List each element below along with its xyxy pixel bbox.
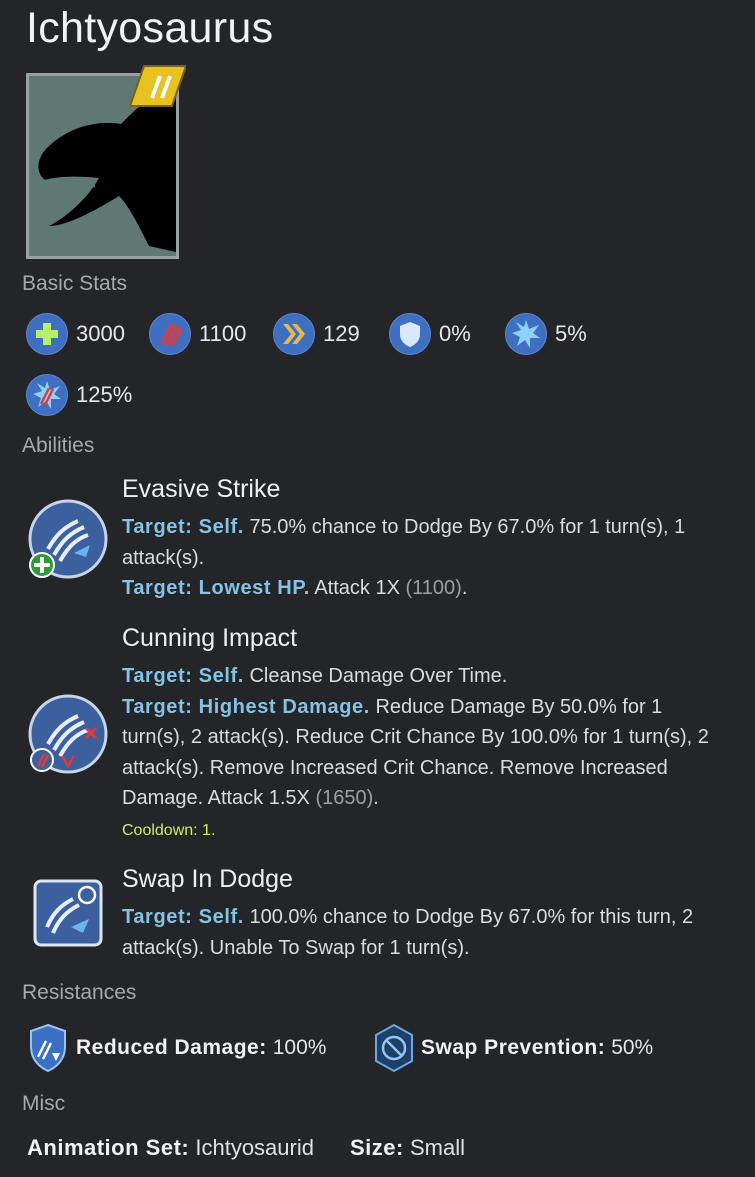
damage-icon	[149, 313, 191, 355]
stat-health-value: 3000	[76, 321, 125, 346]
size-label: Size:	[350, 1135, 404, 1160]
health-icon	[26, 313, 68, 355]
crit-multiplier-icon	[26, 374, 68, 416]
ability-name: Cunning Impact	[122, 624, 298, 652]
creature-size: Size: Small	[350, 1135, 465, 1161]
stat-damage: 1100	[149, 312, 246, 356]
animation-set: Animation Set: Ichtyosaurid	[27, 1135, 314, 1161]
size-value: Small	[409, 1135, 465, 1160]
stat-crit-multiplier-value: 125%	[76, 382, 133, 407]
ability-description: Target: Self. 75.0% chance to Dodge By 6…	[122, 512, 722, 604]
damage-value: (1650)	[315, 787, 374, 810]
animation-set-label: Animation Set:	[27, 1135, 190, 1160]
damage-value: (1100)	[405, 577, 462, 600]
stat-crit-chance-value: 5%	[555, 321, 587, 346]
resistance-label: Reduced Damage:	[76, 1036, 267, 1059]
stat-armor-value: 0%	[439, 321, 471, 346]
punctuation: .	[461, 577, 468, 600]
punctuation: .	[373, 787, 379, 810]
stat-crit-chance: 5%	[505, 312, 587, 356]
ability-name: Evasive Strike	[122, 475, 281, 503]
resistance-value: 100%	[272, 1036, 327, 1059]
cooldown-label: Cooldown: 1.	[122, 822, 216, 839]
stat-armor: 0%	[389, 312, 471, 356]
ability-target: Target: Self.	[122, 665, 244, 687]
evasive-strike-icon[interactable]	[26, 497, 110, 581]
resistances-heading: Resistances	[22, 981, 137, 1004]
stat-speed-value: 129	[323, 321, 360, 346]
resistance-label: Swap Prevention:	[421, 1036, 606, 1059]
stat-crit-multiplier: 125%	[26, 373, 132, 417]
rarity-badge-icon	[130, 65, 186, 107]
ability-description: Target: Self. Cleanse Damage Over Time. …	[122, 661, 722, 814]
resistance-value: 50%	[611, 1036, 654, 1059]
ability-name: Swap In Dodge	[122, 865, 293, 893]
resistance-swap-prevention: Swap Prevention: 50%	[373, 1023, 653, 1073]
armor-icon	[389, 313, 431, 355]
resistance-reduced-damage: Reduced Damage: 100%	[28, 1023, 326, 1073]
cunning-impact-icon[interactable]	[26, 692, 110, 776]
stat-speed: 129	[273, 312, 360, 356]
ability-target: Target: Self.	[122, 516, 244, 538]
ability-target: Target: Self.	[122, 906, 244, 928]
ability-target: Target: Lowest HP.	[122, 577, 310, 600]
reduced-damage-icon	[30, 1023, 66, 1073]
ability-effect: Attack 1X	[309, 577, 406, 600]
ability-effect: Cleanse Damage Over Time.	[243, 665, 508, 687]
misc-heading: Misc	[22, 1092, 66, 1115]
speed-icon	[273, 313, 315, 355]
animation-set-value: Ichtyosaurid	[195, 1135, 314, 1160]
crit-chance-icon	[505, 313, 547, 355]
ability-target: Target: Highest Damage.	[122, 695, 370, 718]
ability-description: Target: Self. 100.0% chance to Dodge By …	[122, 902, 722, 963]
swap-prevention-icon	[375, 1023, 413, 1073]
stat-health: 3000	[26, 312, 125, 356]
swap-in-dodge-icon[interactable]	[33, 879, 103, 947]
page-title: Ichtyosaurus	[26, 4, 274, 52]
stat-damage-value: 1100	[199, 321, 247, 346]
abilities-heading: Abilities	[22, 434, 95, 457]
basic-stats-heading: Basic Stats	[22, 272, 128, 295]
